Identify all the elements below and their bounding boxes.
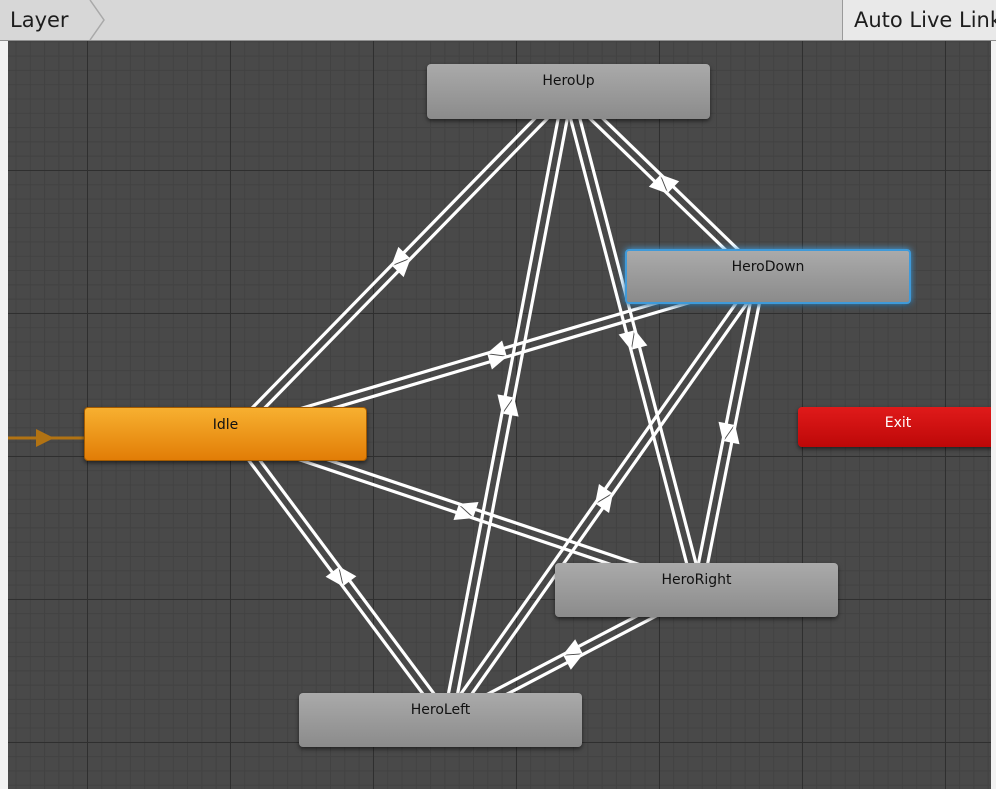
auto-live-link-label: Auto Live Link <box>854 8 996 32</box>
state-node-heroleft[interactable]: HeroLeft <box>299 693 582 747</box>
breadcrumb[interactable]: Layer <box>0 0 105 40</box>
transition-idle-to-heroleft[interactable] <box>229 434 446 724</box>
state-label-exit: Exit <box>884 415 912 431</box>
state-node-idle-default[interactable]: Idle <box>84 407 367 461</box>
transition-herodown-to-heroleft[interactable] <box>443 273 758 719</box>
transition-heroup-to-heroright[interactable] <box>562 91 696 591</box>
state-label-heroright: HeroRight <box>661 572 732 588</box>
state-node-herodown-selected[interactable]: HeroDown <box>625 249 911 304</box>
transition-herodown-to-heroright[interactable] <box>692 275 758 589</box>
auto-live-link-button[interactable]: Auto Live Link <box>842 0 996 40</box>
state-node-heroright[interactable]: HeroRight <box>555 563 838 617</box>
breadcrumb-chevron-icon <box>89 0 105 40</box>
state-node-exit[interactable]: Exit <box>798 407 991 447</box>
transition-heroup-to-heroleft[interactable] <box>442 89 566 720</box>
entry-transition-arrow <box>8 429 84 447</box>
state-label-herodown: HeroDown <box>731 259 805 275</box>
state-machine-graph[interactable]: HeroUp HeroDown Idle Exit HeroRight Hero… <box>8 41 991 789</box>
state-label-heroleft: HeroLeft <box>410 702 471 718</box>
transition-idle-to-heroup[interactable] <box>236 93 573 438</box>
breadcrumb-layer-label[interactable]: Layer <box>0 9 69 31</box>
animator-toolbar: Layer Auto Live Link <box>0 0 996 41</box>
transition-arrowhead-icon <box>487 354 507 370</box>
state-label-idle: Idle <box>212 417 239 433</box>
state-label-heroup: HeroUp <box>542 73 595 89</box>
transition-arrowhead-icon <box>487 340 507 356</box>
state-node-heroup[interactable]: HeroUp <box>427 64 710 119</box>
